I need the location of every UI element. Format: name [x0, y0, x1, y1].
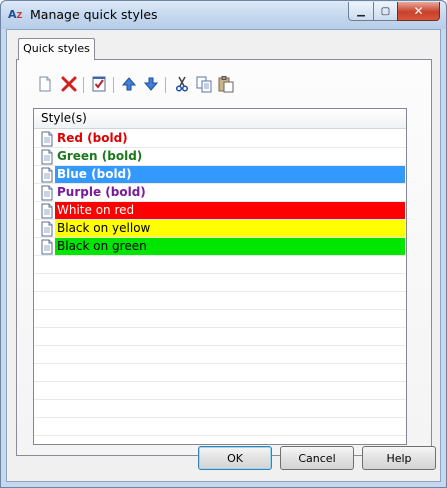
list-item[interactable]: Red (bold)	[34, 130, 406, 148]
list-item[interactable]: White on red	[34, 202, 406, 220]
empty-list-row	[34, 310, 406, 328]
close-button[interactable]: ✕	[397, 2, 440, 21]
empty-list-row	[34, 256, 406, 274]
empty-list-row	[34, 274, 406, 292]
empty-list-row	[34, 400, 406, 418]
new-icon[interactable]	[36, 75, 54, 93]
delete-icon[interactable]	[60, 75, 78, 93]
help-button[interactable]: Help	[362, 446, 436, 470]
list-item-label: Purple (bold)	[55, 184, 405, 201]
cut-icon[interactable]	[173, 75, 191, 93]
list-item[interactable]: Black on green	[34, 238, 406, 256]
app-icon: AZ	[8, 8, 23, 21]
styles-list[interactable]: Style(s) Red (bold) Green (bold) Blue (bol…	[33, 108, 407, 445]
styles-list-rows: Red (bold) Green (bold) Blue (bold) Purple …	[34, 130, 406, 444]
list-item-label: Green (bold)	[55, 148, 405, 165]
empty-list-row	[34, 436, 406, 444]
list-item[interactable]: Purple (bold)	[34, 184, 406, 202]
title-bar[interactable]: AZ Manage quick styles ▁ ▢ ✕	[1, 1, 446, 29]
toolbar-separator	[113, 77, 114, 93]
empty-list-row	[34, 328, 406, 346]
tab-quick-styles[interactable]: Quick styles	[18, 38, 95, 60]
list-item-label: Blue (bold)	[55, 166, 405, 183]
list-item-label: Black on green	[55, 238, 405, 255]
ok-button[interactable]: OK	[198, 446, 272, 470]
move-up-icon[interactable]	[120, 75, 138, 93]
edit-icon[interactable]	[90, 75, 108, 93]
toolbar-separator	[83, 77, 84, 93]
paste-icon[interactable]	[217, 75, 235, 93]
toolbar	[36, 75, 256, 95]
column-header-styles[interactable]: Style(s)	[34, 109, 406, 129]
toolbar-separator	[165, 77, 166, 93]
tab-panel: Style(s) Red (bold) Green (bold) Blue (bol…	[16, 59, 432, 456]
style-document-icon	[40, 239, 54, 258]
dialog-window: AZ Manage quick styles ▁ ▢ ✕ Quick style…	[0, 0, 447, 488]
minimize-button[interactable]: ▁	[348, 2, 374, 21]
empty-list-row	[34, 382, 406, 400]
empty-list-row	[34, 364, 406, 382]
maximize-button[interactable]: ▢	[373, 2, 398, 21]
list-item[interactable]: Green (bold)	[34, 148, 406, 166]
move-down-icon[interactable]	[142, 75, 160, 93]
empty-list-row	[34, 292, 406, 310]
list-item-label: White on red	[55, 202, 405, 219]
cancel-button[interactable]: Cancel	[280, 446, 354, 470]
list-item[interactable]: Blue (bold)	[34, 166, 406, 184]
empty-list-row	[34, 418, 406, 436]
list-item-label: Black on yellow	[55, 220, 405, 237]
dialog-client-area: Quick styles Style(s) Red (bold) Green (…	[6, 29, 441, 482]
copy-icon[interactable]	[195, 75, 213, 93]
list-item[interactable]: Black on yellow	[34, 220, 406, 238]
list-item-label: Red (bold)	[55, 130, 405, 147]
empty-list-row	[34, 346, 406, 364]
window-title: Manage quick styles	[30, 7, 158, 22]
